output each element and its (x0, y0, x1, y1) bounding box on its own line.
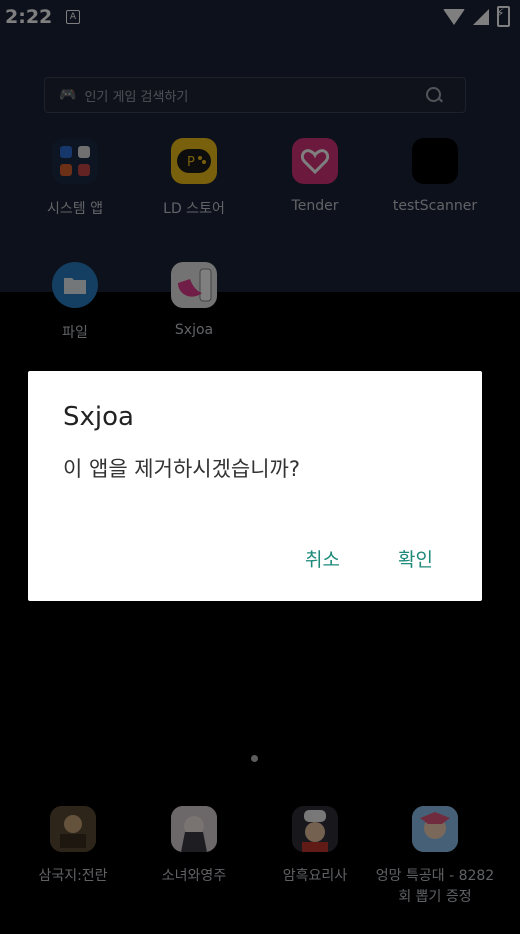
uninstall-dialog: Sxjoa 이 앱을 제거하시겠습니까? 취소 확인 (28, 371, 482, 601)
dialog-title: Sxjoa (63, 402, 134, 432)
cancel-button[interactable]: 취소 (305, 545, 340, 572)
confirm-button[interactable]: 확인 (398, 545, 433, 572)
dialog-message: 이 앱을 제거하시겠습니까? (63, 457, 301, 481)
